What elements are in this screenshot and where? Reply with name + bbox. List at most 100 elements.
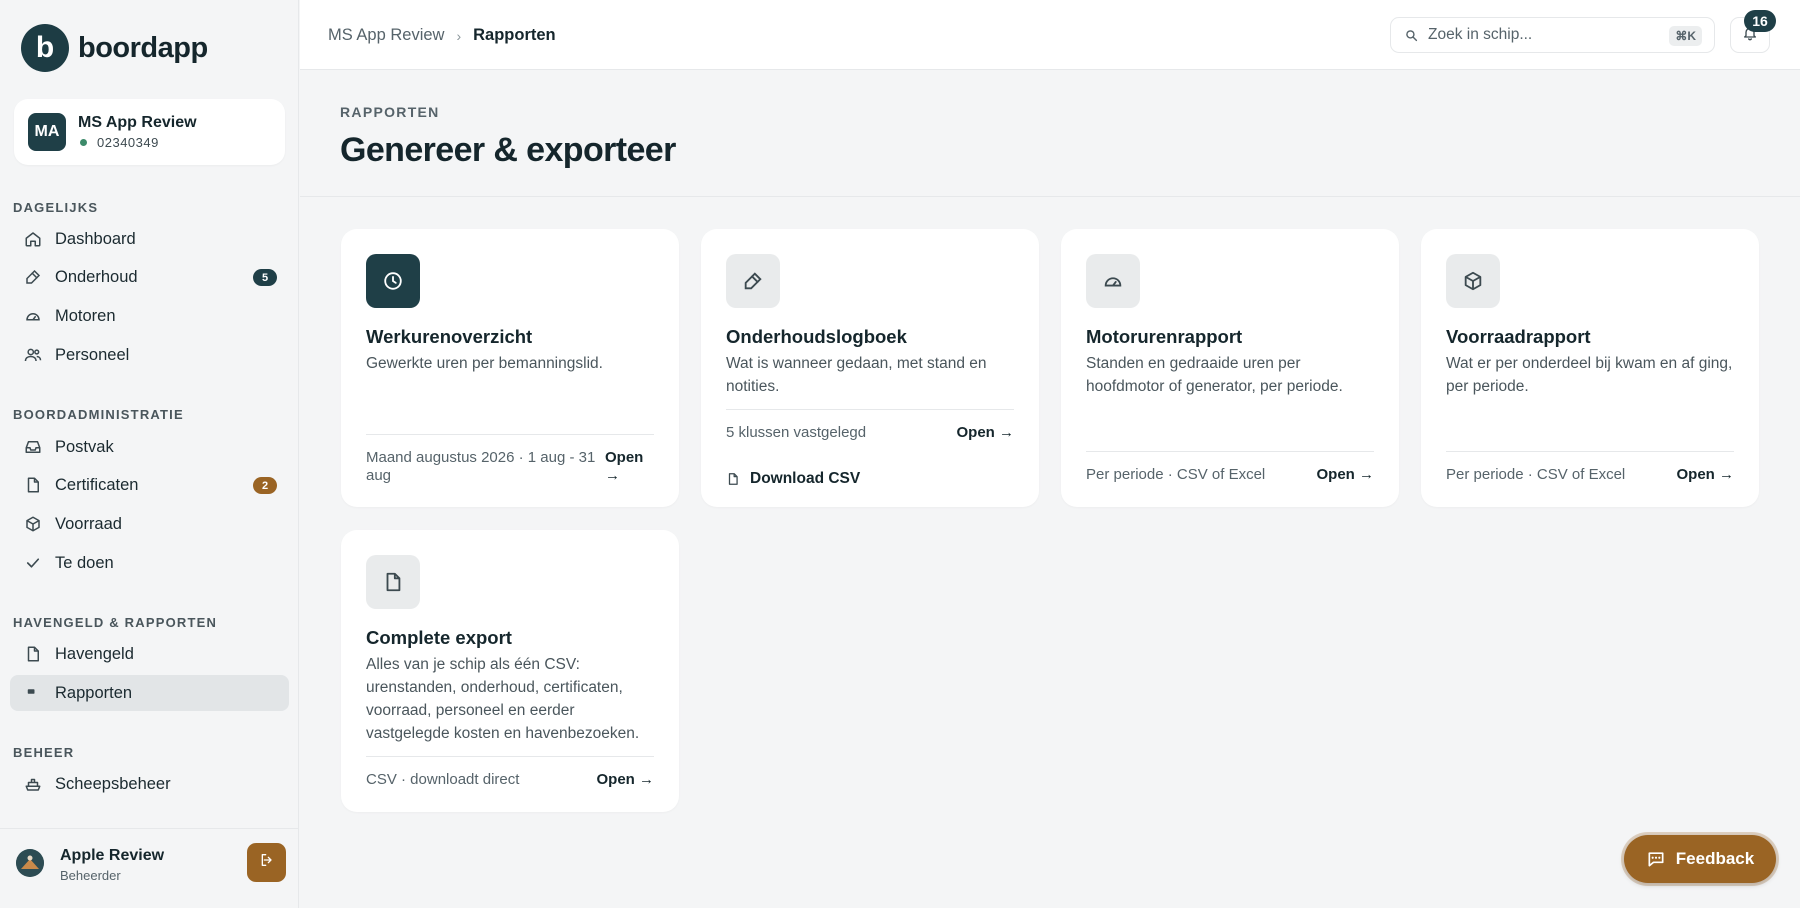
- user-avatar[interactable]: [16, 849, 44, 877]
- clock-icon: [366, 254, 420, 308]
- card-title: Complete export: [366, 627, 512, 648]
- sidebar-item-postvak[interactable]: Postvak: [10, 429, 289, 465]
- sidebar-item-label: Voorraad: [55, 514, 122, 533]
- sidebar-item-label: Rapporten: [55, 683, 133, 702]
- sidebar-item-motoren[interactable]: Motoren: [10, 298, 289, 334]
- download-csv-button[interactable]: Download CSV: [726, 470, 860, 488]
- user-name: Apple Review: [60, 847, 165, 864]
- logo-mark: b: [21, 24, 69, 72]
- section-title-dagelijks: DAGELIJKS: [13, 200, 99, 215]
- report-card-voorraad[interactable]: Voorraadrapport Wat er per onderdeel bij…: [1421, 229, 1759, 507]
- card-title: Werkurenoverzicht: [366, 326, 533, 347]
- sidebar-item-personeel[interactable]: Personeel: [10, 337, 289, 373]
- card-divider: [1446, 451, 1734, 452]
- card-meta: CSV · downloadt direct: [366, 771, 520, 788]
- card-title: Motorurenrapport: [1086, 326, 1243, 347]
- count-badge: 5: [253, 269, 277, 286]
- ship-icon: [24, 775, 42, 793]
- search-box[interactable]: ⌘K: [1390, 17, 1715, 53]
- ship-avatar: MA: [28, 113, 66, 151]
- gauge-icon: [1086, 254, 1140, 308]
- sidebar-item-te-doen[interactable]: Te doen: [10, 545, 289, 581]
- ship-name: MS App Review: [78, 114, 197, 131]
- check-icon: [24, 554, 42, 572]
- card-divider: [366, 434, 654, 435]
- open-button[interactable]: Open →: [605, 449, 655, 485]
- card-divider: [1086, 451, 1374, 452]
- sidebar-item-certificaten[interactable]: Certificaten 2: [10, 467, 289, 503]
- ship-switcher[interactable]: MA MS App Review 02340349: [14, 99, 285, 165]
- file-icon: [366, 555, 420, 609]
- topbar: MS App Review › Rapporten ⌘K 16: [300, 0, 1800, 70]
- open-button[interactable]: Open →: [956, 424, 1014, 442]
- sidebar-item-dashboard[interactable]: Dashboard: [10, 221, 289, 257]
- sidebar-item-onderhoud[interactable]: Onderhoud 5: [10, 259, 289, 295]
- card-description: Alles van je schip als één CSV: urenstan…: [366, 656, 640, 742]
- card-description: Wat is wanneer gedaan, met stand en noti…: [726, 355, 987, 395]
- status-dot: [80, 139, 87, 146]
- sidebar-item-label: Motoren: [55, 306, 116, 325]
- sidebar-item-label: Certificaten: [55, 475, 139, 494]
- search-icon: [1405, 29, 1418, 42]
- sidebar-item-label: Postvak: [55, 437, 114, 456]
- card-description: Wat er per onderdeel bij kwam en af ging…: [1446, 355, 1733, 395]
- logout-icon: [259, 852, 275, 873]
- box-icon: [1446, 254, 1500, 308]
- report-card-werkuren[interactable]: Werkurenoverzicht Gewerkte uren per bema…: [341, 229, 679, 507]
- logo-text: boordapp: [78, 31, 208, 64]
- file-icon: [728, 473, 738, 485]
- notifications-badge: 16: [1744, 10, 1776, 32]
- section-title-havengeld-rapporten: HAVENGELD & RAPPORTEN: [13, 615, 218, 630]
- sidebar-item-label: Havengeld: [55, 644, 134, 663]
- chevron-right-icon: ›: [456, 27, 462, 44]
- file-icon: [24, 645, 42, 663]
- sidebar-item-rapporten[interactable]: Rapporten: [10, 675, 289, 711]
- card-title: Onderhoudslogboek: [726, 326, 907, 347]
- sidebar-item-label: Dashboard: [55, 229, 136, 248]
- brand-logo[interactable]: b boordapp: [21, 24, 208, 72]
- report-card-motoruren[interactable]: Motorurenrapport Standen en gedraaide ur…: [1061, 229, 1399, 507]
- sidebar: b boordapp MA MS App Review 02340349 DAG…: [0, 0, 299, 908]
- sidebar-item-scheepsbeheer[interactable]: Scheepsbeheer: [10, 766, 289, 802]
- page-header: RAPPORTEN Genereer & exporteer: [300, 71, 1800, 197]
- card-divider: [366, 756, 654, 757]
- card-title: Voorraadrapport: [1446, 326, 1591, 347]
- card-meta: Maand augustus 2026 · 1 aug - 31 aug: [366, 449, 596, 484]
- sidebar-item-voorraad[interactable]: Voorraad: [10, 506, 289, 542]
- open-button[interactable]: Open →: [1316, 466, 1374, 484]
- card-divider: [726, 409, 1014, 410]
- user-role: Beheerder: [60, 868, 121, 883]
- user-profile: Apple Review Beheerder: [0, 828, 299, 908]
- file-icon: [24, 476, 42, 494]
- feedback-button[interactable]: Feedback: [1624, 835, 1776, 883]
- card-meta: Per periode · CSV of Excel: [1446, 466, 1626, 483]
- search-shortcut: ⌘K: [1669, 26, 1702, 46]
- search-input[interactable]: [1428, 26, 1658, 44]
- report-card-complete-export[interactable]: Complete export Alles van je schip als é…: [341, 530, 679, 812]
- report-card-onderhoudslogboek[interactable]: Onderhoudslogboek Wat is wanneer gedaan,…: [701, 229, 1039, 507]
- page-eyebrow: RAPPORTEN: [340, 104, 440, 120]
- card-meta: Per periode · CSV of Excel: [1086, 466, 1266, 483]
- box-icon: [24, 515, 42, 533]
- wrench-icon: [726, 254, 780, 308]
- open-button[interactable]: Open →: [596, 771, 654, 789]
- ship-number: 02340349: [97, 135, 159, 150]
- breadcrumb-current: Rapporten: [473, 26, 556, 44]
- sidebar-item-label: Personeel: [55, 345, 130, 364]
- page-title: Genereer & exporteer: [340, 131, 676, 169]
- gauge-icon: [24, 307, 42, 325]
- wrench-icon: [24, 268, 42, 286]
- home-icon: [24, 230, 42, 248]
- sidebar-item-label: Onderhoud: [55, 267, 138, 286]
- users-icon: [24, 346, 42, 364]
- card-meta: 5 klussen vastgelegd: [726, 424, 867, 441]
- card-description: Gewerkte uren per bemanningslid.: [366, 355, 603, 372]
- logout-button[interactable]: [247, 843, 286, 882]
- sidebar-item-havengeld[interactable]: Havengeld: [10, 636, 289, 672]
- chat-icon: [1648, 852, 1664, 867]
- flag-icon: [24, 684, 42, 702]
- breadcrumb-ship-link[interactable]: MS App Review: [328, 26, 444, 45]
- section-title-beheer: BEHEER: [13, 745, 75, 760]
- open-button[interactable]: Open →: [1676, 466, 1734, 484]
- download-label: Download CSV: [750, 470, 861, 487]
